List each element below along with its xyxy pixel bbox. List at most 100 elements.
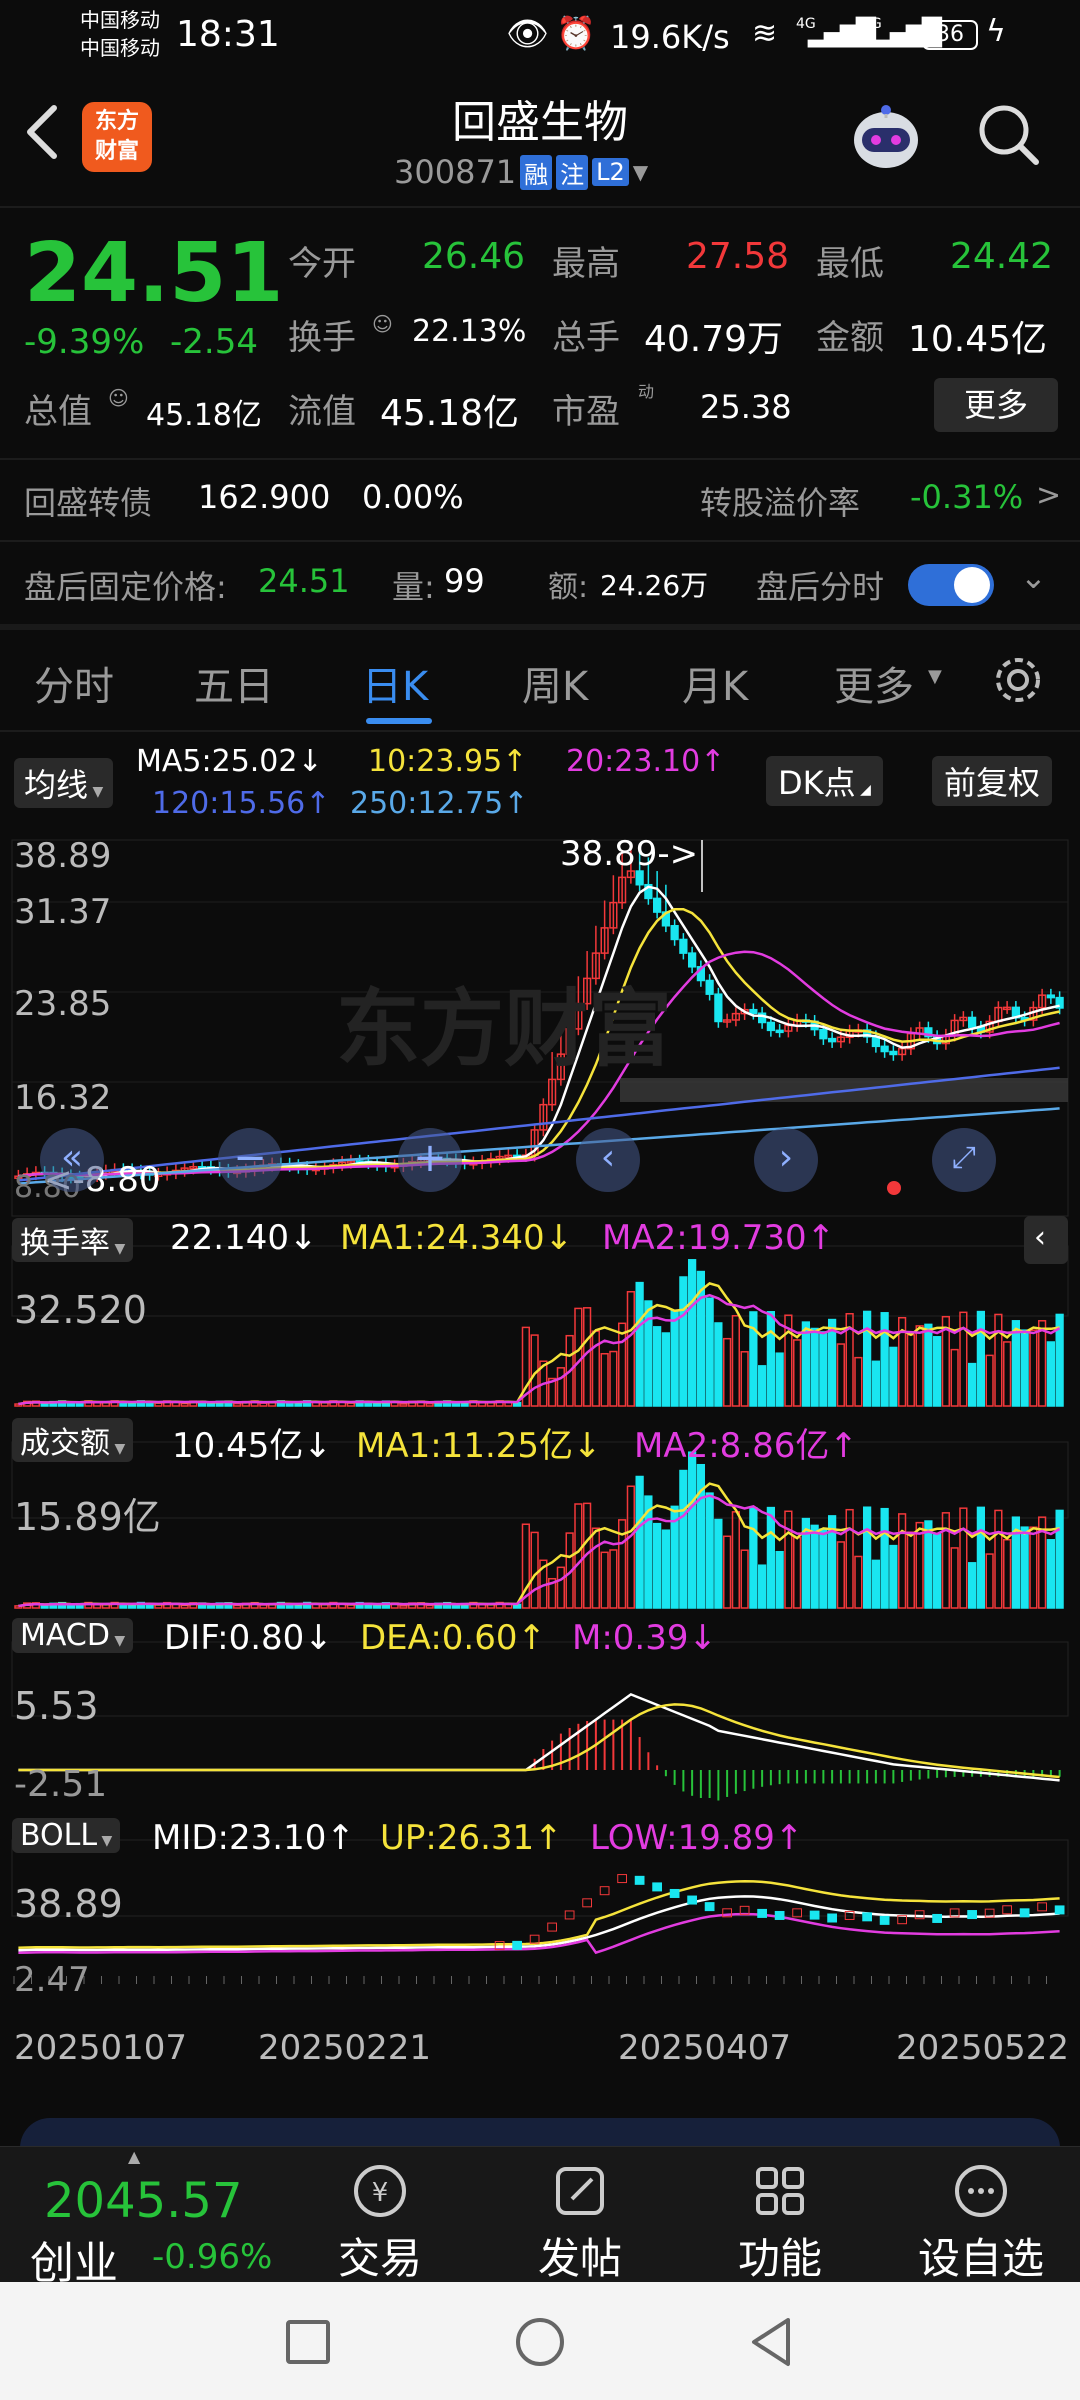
- amount-bar: [688, 1451, 697, 1609]
- turnover-bar: [775, 1352, 784, 1407]
- boll-candle: [932, 1913, 942, 1923]
- zoom-out-icon[interactable]: −: [218, 1128, 282, 1192]
- turnover-bar: [801, 1321, 810, 1407]
- panel-frame: [11, 839, 1069, 1217]
- search-icon[interactable]: [974, 100, 1044, 170]
- more-button[interactable]: 更多: [934, 378, 1058, 432]
- turnover-bar: [1020, 1329, 1029, 1407]
- nav-add-watchlist[interactable]: 设自选: [906, 2161, 1056, 2283]
- nav-post[interactable]: 发帖: [530, 2161, 630, 2283]
- back-nav-icon[interactable]: [746, 2316, 796, 2368]
- convertible-bond-row[interactable]: 回盛转债 162.900 0.00% 转股溢价率 -0.31% >: [0, 460, 1080, 540]
- turnover-bar: [705, 1297, 714, 1407]
- low-value: 24.42: [950, 236, 1054, 277]
- active-tab-indicator: [366, 718, 432, 724]
- change-pct: -9.39%: [24, 322, 145, 362]
- boll-candle: [599, 1886, 610, 1896]
- tab-intraday[interactable]: 分时: [34, 654, 114, 712]
- amount-bar: [556, 1566, 565, 1609]
- turnover-bar: [1046, 1341, 1055, 1407]
- collapse-chevron-icon[interactable]: ⌄: [1020, 558, 1047, 596]
- forward-adjust-button[interactable]: 前复权: [932, 756, 1053, 806]
- zoom-in-icon[interactable]: +: [398, 1128, 462, 1192]
- amount-bar: [206, 1605, 215, 1609]
- amount-bar: [819, 1528, 828, 1609]
- panel-frame: [11, 1245, 1069, 1317]
- indicator-selector[interactable]: 均线 ▼: [14, 758, 114, 808]
- turnover-bar: [653, 1326, 662, 1407]
- amount-bar: [731, 1511, 740, 1609]
- stock-code: 300871: [394, 153, 517, 191]
- amount-bar: [591, 1527, 600, 1609]
- candle-body: [635, 870, 644, 886]
- back-icon[interactable]: [20, 102, 64, 162]
- amount-bar: [609, 1549, 618, 1609]
- pe-value: 25.38: [700, 388, 792, 426]
- amount-bar: [1055, 1509, 1064, 1609]
- tab-five-day[interactable]: 五日: [194, 654, 274, 712]
- turnover-bar: [425, 1402, 434, 1407]
- macd-selector[interactable]: MACD ▼: [12, 1618, 134, 1653]
- index-value[interactable]: 2045.57: [44, 2173, 243, 2229]
- news-peek-banner[interactable]: [20, 2118, 1060, 2148]
- boll-candle: [1054, 1905, 1065, 1915]
- amount-bar: [749, 1507, 758, 1609]
- turnover-bar: [591, 1330, 600, 1407]
- app-logo[interactable]: 东方 财富: [82, 102, 152, 172]
- turnover-bar: [933, 1336, 942, 1407]
- toggle-knob: [954, 567, 990, 603]
- scroll-left-fast-icon[interactable]: «: [40, 1128, 104, 1192]
- dropdown-icon[interactable]: ▼: [633, 160, 648, 184]
- nav-functions[interactable]: 功能: [730, 2161, 830, 2283]
- nav-trade[interactable]: ¥ 交易: [330, 2161, 430, 2283]
- fullscreen-icon[interactable]: ⤢: [932, 1128, 996, 1192]
- amount-bar: [679, 1469, 688, 1609]
- amount-ma2-line: [18, 1494, 1061, 1608]
- candle-body: [968, 1016, 977, 1028]
- amount-bar: [924, 1520, 933, 1609]
- recent-apps-icon[interactable]: [286, 2320, 330, 2364]
- robot-assistant-icon[interactable]: [846, 98, 926, 178]
- scroll-left-icon[interactable]: ‹: [576, 1128, 640, 1192]
- tab-monthly-k[interactable]: 月K: [682, 654, 748, 712]
- candle-body: [705, 979, 714, 995]
- collapse-panel-icon[interactable]: ‹: [1024, 1216, 1068, 1264]
- carrier-2: 中国移动: [80, 36, 160, 60]
- scroll-right-icon[interactable]: ›: [754, 1128, 818, 1192]
- ma250-label: 250:12.75↑: [350, 786, 529, 821]
- turnover-bar: [1003, 1341, 1012, 1407]
- home-icon[interactable]: [516, 2318, 564, 2366]
- bond-name: 回盛转债: [24, 484, 153, 522]
- turnover-bar: [154, 1402, 163, 1407]
- boll-candle: [809, 1910, 820, 1920]
- charging-icon: ϟ: [986, 14, 1006, 49]
- turnover-bar: [793, 1339, 802, 1407]
- boll-candle: [529, 1934, 540, 1944]
- chart-area[interactable]: [0, 832, 1080, 2052]
- volume-selector[interactable]: 成交额 ▼: [12, 1418, 134, 1462]
- boll-selector[interactable]: BOLL ▼: [12, 1818, 121, 1853]
- ma5-label: MA5:25.02↓: [136, 744, 323, 779]
- info-icon-2[interactable]: ☺: [108, 386, 129, 410]
- info-icon[interactable]: ☺: [372, 312, 393, 336]
- amount-bar: [714, 1518, 723, 1609]
- after-amt: 24.26万: [600, 569, 709, 602]
- tab-more[interactable]: 更多: [834, 654, 914, 712]
- candle-body: [688, 952, 697, 968]
- dk-point-button[interactable]: DK点 ◢: [766, 756, 883, 806]
- boll-candle: [862, 1912, 872, 1922]
- boll-candle: [617, 1874, 627, 1884]
- candle-body: [828, 1037, 837, 1043]
- amount-bar: [976, 1506, 985, 1609]
- tab-daily-k[interactable]: 日K: [362, 654, 428, 712]
- turnover-bar: [828, 1318, 837, 1407]
- turnover-bar: [688, 1259, 697, 1407]
- turnover-selector[interactable]: 换手率 ▼: [12, 1218, 134, 1262]
- settings-gear-icon[interactable]: [990, 652, 1046, 708]
- after-hours-toggle[interactable]: [908, 564, 994, 606]
- tab-weekly-k[interactable]: 周K: [522, 654, 588, 712]
- boll-candle: [757, 1908, 767, 1918]
- premium-value: -0.31%: [910, 478, 1024, 516]
- turnover-bar: [574, 1307, 583, 1407]
- expand-up-icon[interactable]: ▲: [128, 2147, 140, 2166]
